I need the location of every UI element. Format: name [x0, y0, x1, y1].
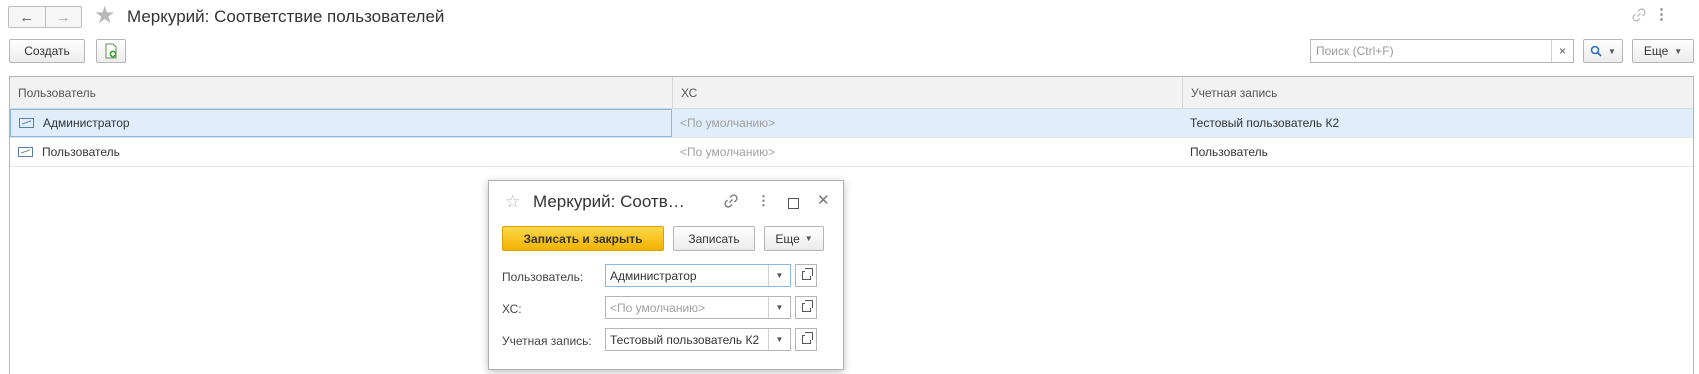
open-form-icon	[801, 268, 813, 280]
more-button-label: Еще	[1643, 44, 1669, 58]
dialog-more-button[interactable]: Еще ▼	[764, 226, 824, 251]
favorite-star-icon[interactable]: ★	[94, 2, 116, 30]
account-field-label: Учетная запись:	[502, 334, 592, 348]
create-button[interactable]: Создать	[9, 39, 85, 63]
column-header-hs[interactable]: ХС	[672, 77, 1182, 108]
user-field-value[interactable]: Администратор	[606, 265, 768, 286]
table-header: Пользователь ХС Учетная запись	[10, 77, 1693, 109]
maximize-icon[interactable]	[788, 198, 799, 209]
account-open-button[interactable]	[795, 328, 817, 351]
open-form-icon	[801, 300, 813, 312]
save-button[interactable]: Записать	[673, 226, 755, 251]
hs-dropdown-button[interactable]: ▼	[768, 297, 790, 318]
link-icon[interactable]	[1631, 7, 1647, 23]
record-dialog: ☆ Меркурий: Соотв… ⋮ ✕ Записать и закрыт…	[488, 180, 844, 370]
table-cell-account: Пользователь	[1190, 145, 1268, 159]
record-icon	[19, 118, 34, 128]
forward-button[interactable]: →	[44, 7, 82, 27]
account-dropdown-button[interactable]: ▼	[768, 329, 790, 350]
record-icon	[18, 147, 33, 157]
chevron-down-icon: ▼	[775, 271, 784, 280]
column-header-user[interactable]: Пользователь	[10, 77, 672, 108]
open-form-icon	[801, 332, 813, 344]
search-clear-button[interactable]: ×	[1551, 40, 1573, 62]
user-dropdown-button[interactable]: ▼	[768, 265, 790, 286]
table-cell-user: Пользователь	[10, 138, 672, 166]
copy-document-icon	[105, 43, 117, 59]
save-and-close-button[interactable]: Записать и закрыть	[502, 226, 664, 251]
account-field-value[interactable]: Тестовый пользователь К2	[606, 329, 768, 350]
user-field-label: Пользователь:	[502, 270, 584, 284]
link-icon[interactable]	[723, 193, 739, 209]
more-button[interactable]: Еще ▼	[1632, 39, 1694, 63]
users-table: Пользователь ХС Учетная запись Администр…	[9, 76, 1694, 374]
magnifier-icon	[1590, 45, 1602, 57]
hs-field-label: ХС:	[502, 302, 522, 316]
hs-field[interactable]: <По умолчанию> ▼	[605, 296, 791, 319]
dialog-more-label: Еще	[775, 231, 800, 246]
close-icon[interactable]: ✕	[817, 191, 830, 209]
table-row[interactable]: Администратор <По умолчанию> Тестовый по…	[10, 109, 1693, 138]
search-input[interactable]	[1311, 40, 1551, 62]
table-row[interactable]: Пользователь <По умолчанию> Пользователь	[10, 138, 1693, 167]
cell-text: Администратор	[43, 116, 130, 130]
chevron-down-icon: ▼	[1608, 46, 1616, 56]
hs-field-value[interactable]: <По умолчанию>	[606, 297, 768, 318]
page-title: Меркурий: Соответствие пользователей	[127, 7, 445, 26]
search-box: ×	[1310, 39, 1574, 63]
hs-open-button[interactable]	[795, 296, 817, 319]
arrow-right-icon: →	[55, 8, 71, 26]
arrow-left-icon: ←	[19, 8, 35, 26]
dialog-title: Меркурий: Соотв…	[533, 192, 685, 211]
column-header-account[interactable]: Учетная запись	[1182, 77, 1693, 108]
account-field[interactable]: Тестовый пользователь К2 ▼	[605, 328, 791, 351]
table-cell-hs: <По умолчанию>	[680, 116, 776, 130]
search-button[interactable]: ▼	[1583, 39, 1623, 63]
chevron-down-icon: ▼	[804, 234, 813, 243]
window-more-icon[interactable]: ⋮	[1654, 5, 1669, 23]
chevron-down-icon: ▼	[1674, 46, 1683, 56]
back-button[interactable]: ←	[9, 7, 45, 27]
table-cell-hs: <По умолчанию>	[680, 145, 776, 159]
user-open-button[interactable]	[795, 264, 817, 287]
copy-button[interactable]	[96, 39, 126, 63]
chevron-down-icon: ▼	[775, 303, 784, 312]
favorite-star-icon[interactable]: ☆	[505, 192, 520, 212]
chevron-down-icon: ▼	[775, 335, 784, 344]
table-cell-user: Администратор	[10, 109, 672, 137]
dialog-more-icon[interactable]: ⋮	[757, 193, 770, 209]
user-field[interactable]: Администратор ▼	[605, 264, 791, 287]
cell-text: Пользователь	[42, 145, 120, 159]
history-nav: ← →	[8, 6, 82, 28]
table-cell-account: Тестовый пользователь К2	[1190, 116, 1340, 130]
